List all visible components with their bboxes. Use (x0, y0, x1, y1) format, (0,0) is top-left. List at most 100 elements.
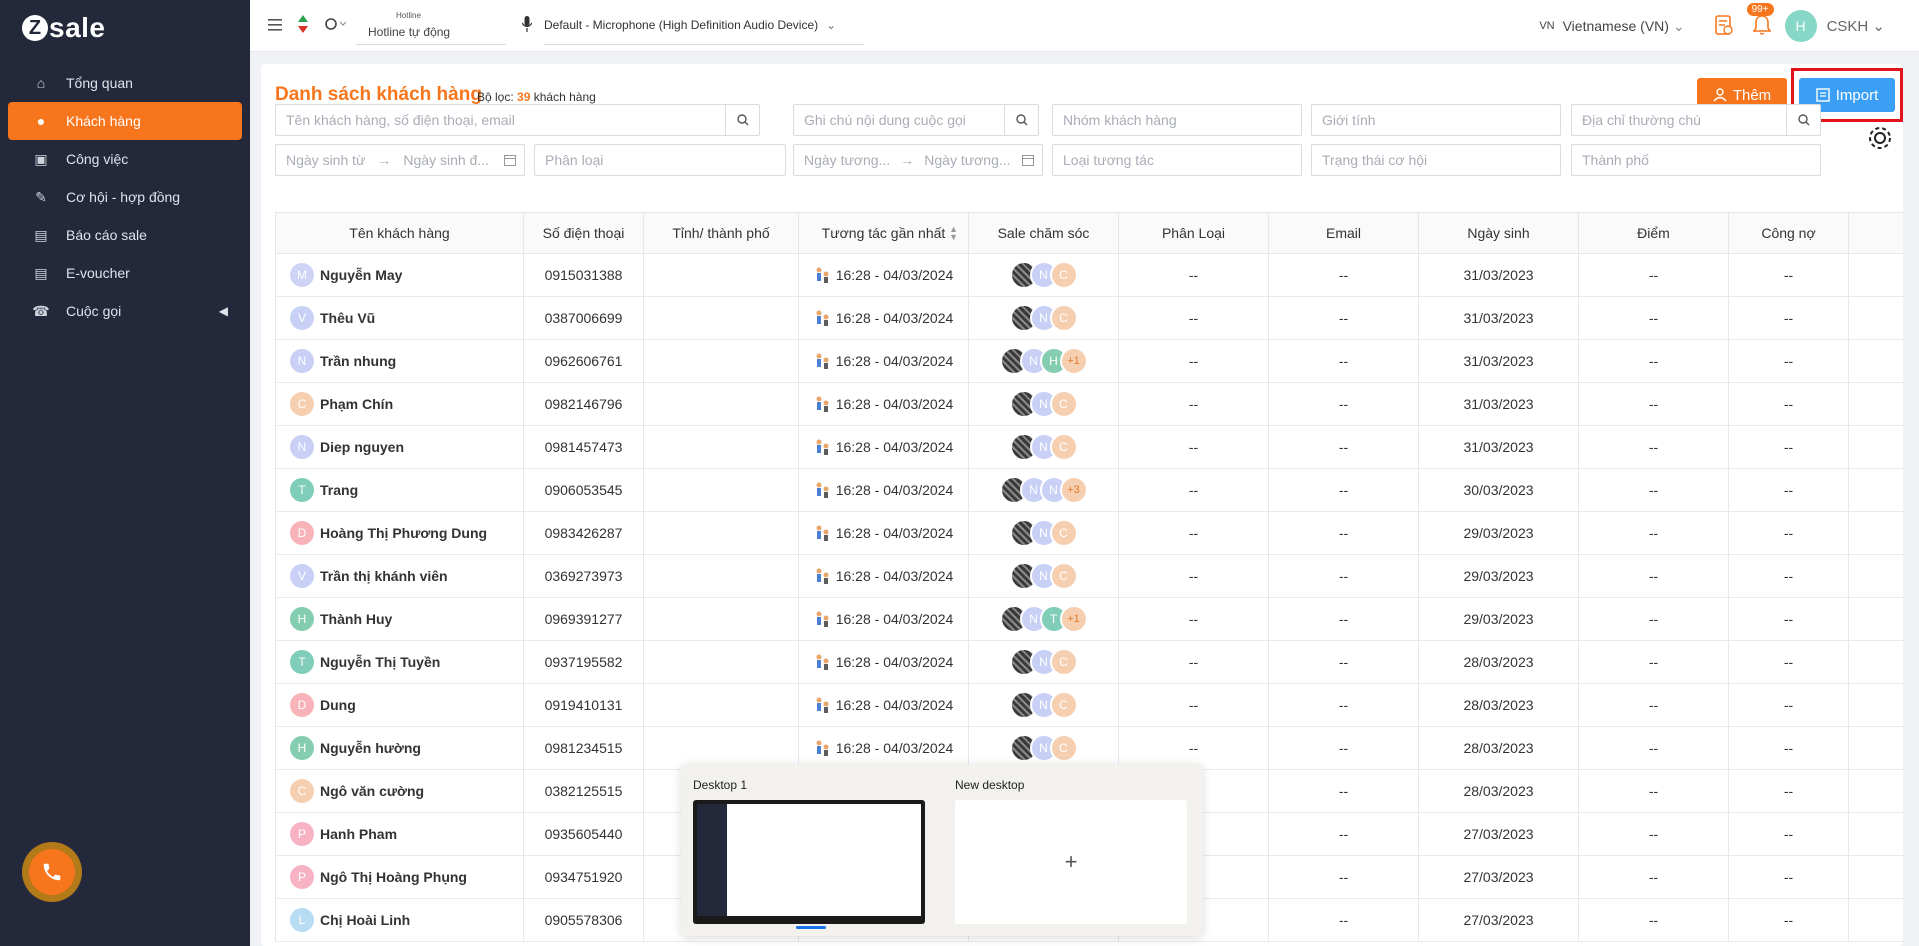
points-cell: -- (1579, 340, 1729, 382)
headset-icon[interactable] (324, 17, 347, 34)
call-button[interactable] (22, 842, 82, 902)
customer-name-cell[interactable]: D Hoàng Thị Phương Dung (276, 512, 524, 554)
document-check-icon[interactable] (1714, 14, 1733, 38)
interaction-date-range-picker[interactable]: Ngày tương... → Ngày tương... (793, 144, 1043, 176)
search-placeholder: Tên khách hàng, số điện thoại, email (286, 112, 515, 128)
table-row[interactable]: T Trang 0906053545 16:28 - 04/03/2024 N N +3 --… (275, 469, 1903, 512)
email-cell: -- (1269, 512, 1419, 554)
table-row[interactable]: D Dung 0919410131 16:28 - 04/03/2024 N C -- -- 2… (275, 684, 1903, 727)
customer-name-cell[interactable]: N Trần nhung (276, 340, 524, 382)
sidebar-item-6[interactable]: ☎ Cuộc gọi ◀ (8, 292, 242, 330)
customer-name-cell[interactable]: T Nguyễn Thị Tuyền (276, 641, 524, 683)
search-icon[interactable] (1004, 105, 1038, 135)
phone-cell: 0919410131 (524, 684, 644, 726)
customer-name-cell[interactable]: D Dung (276, 684, 524, 726)
phone-cell: 0387006699 (524, 297, 644, 339)
sale-avatar: C (1049, 304, 1078, 332)
customer-group-select[interactable]: Nhóm khách hàng (1052, 104, 1302, 136)
city-select[interactable]: Thành phố (1571, 144, 1821, 176)
customer-name: Dung (320, 697, 356, 713)
column-header: Tên khách hàng (276, 213, 524, 253)
classify-select[interactable]: Phân loại (534, 144, 786, 176)
table-row[interactable]: V Thêu Vũ 0387006699 16:28 - 04/03/2024 N C --… (275, 297, 1903, 340)
sale-more-count[interactable]: +3 (1059, 476, 1088, 504)
customer-name: Phạm Chín (320, 396, 394, 412)
logo[interactable]: Z sale (0, 0, 250, 56)
microphone-select[interactable]: Default - Microphone (High Definition Au… (544, 7, 864, 45)
avatar[interactable]: H (1784, 10, 1817, 42)
address-search-input[interactable]: Địa chỉ thường chú (1571, 104, 1821, 136)
hotline-select[interactable]: Hotline Hotline tự động (356, 7, 506, 45)
sale-more-count[interactable]: +1 (1059, 347, 1088, 375)
call-note-placeholder: Ghi chú nội dung cuộc gọi (804, 112, 966, 128)
user-menu[interactable]: CSKH ⌄ (1827, 17, 1885, 35)
table-row[interactable]: H Thành Huy 0969391277 16:28 - 04/03/2024 N T… (275, 598, 1903, 641)
customer-name-cell[interactable]: N Diep nguyen (276, 426, 524, 468)
language-select[interactable]: Vietnamese (VN) ⌄ (1563, 18, 1685, 35)
customer-name-cell[interactable]: M Nguyễn May (276, 254, 524, 296)
sidebar-item-0[interactable]: ⌂ Tổng quan (8, 64, 242, 102)
sidebar-item-3[interactable]: ✎ Cơ hội - hợp đồng (8, 178, 242, 216)
customer-name-cell[interactable]: P Ngô Thị Hoàng Phụng (276, 856, 524, 898)
briefcase-icon: ▣ (34, 151, 48, 167)
sort-icon[interactable]: ▲ ▼ (949, 225, 958, 242)
table-row[interactable]: N Trần nhung 0962606761 16:28 - 04/03/2024 N… (275, 340, 1903, 383)
settings-gear-icon[interactable] (1866, 124, 1894, 155)
customer-initial-avatar: C (290, 392, 314, 416)
sidebar-item-1[interactable]: ● Khách hàng (8, 102, 242, 140)
dob-range-picker[interactable]: Ngày sinh từ → Ngày sinh đ... (275, 144, 525, 176)
customer-name-cell[interactable]: H Thành Huy (276, 598, 524, 640)
interaction-type-select[interactable]: Loại tương tác (1052, 144, 1302, 176)
table-row[interactable]: C Phạm Chín 0982146796 16:28 - 04/03/2024 N C… (275, 383, 1903, 426)
customer-name: Nguyễn May (320, 267, 403, 283)
search-icon[interactable] (725, 105, 759, 135)
city-cell (644, 254, 799, 296)
search-input[interactable]: Tên khách hàng, số điện thoại, email (275, 104, 760, 136)
sale-avatar: C (1049, 519, 1078, 547)
customer-name-cell[interactable]: T Trang (276, 469, 524, 511)
city-cell (644, 297, 799, 339)
column-header: Tỉnh/ thành phố (644, 213, 799, 253)
call-note-search-input[interactable]: Ghi chú nội dung cuộc gọi (793, 104, 1039, 136)
notifications[interactable]: 99+ (1746, 2, 1774, 38)
opportunity-status-select[interactable]: Trạng thái cơ hội (1311, 144, 1561, 176)
sidebar-item-2[interactable]: ▣ Công việc (8, 140, 242, 178)
city-cell (644, 727, 799, 769)
interaction-people-icon (814, 352, 832, 370)
table-row[interactable]: D Hoàng Thị Phương Dung 0983426287 16:28 - … (275, 512, 1903, 555)
city-cell (644, 512, 799, 554)
customer-name-cell[interactable]: V Thêu Vũ (276, 297, 524, 339)
table-row[interactable]: M Nguyễn May 0915031388 16:28 - 04/03/2024 N… (275, 254, 1903, 297)
search-icon[interactable] (1786, 105, 1820, 135)
sale-more-count[interactable]: +1 (1059, 605, 1088, 633)
up-down-arrows-icon[interactable] (298, 15, 310, 36)
customer-name-cell[interactable]: H Nguyễn hường (276, 727, 524, 769)
column-header[interactable]: Tương tác gần nhất ▲ ▼ (799, 213, 969, 253)
customer-name: Thêu Vũ (320, 310, 376, 326)
email-cell: -- (1269, 254, 1419, 296)
desktop-1-thumbnail[interactable] (693, 800, 925, 924)
customer-name-cell[interactable]: C Phạm Chín (276, 383, 524, 425)
call-button-inner (29, 849, 75, 895)
customer-name-cell[interactable]: L Chị Hoài Linh (276, 899, 524, 941)
sidebar-item-4[interactable]: ▤ Báo cáo sale (8, 216, 242, 254)
customer-initial-avatar: C (290, 779, 314, 803)
sidebar-item-label: Tổng quan (66, 75, 133, 91)
gender-select[interactable]: Giới tính (1311, 104, 1561, 136)
customer-name-cell[interactable]: V Trần thị khánh viên (276, 555, 524, 597)
customer-name: Hoàng Thị Phương Dung (320, 525, 488, 541)
table-row[interactable]: T Nguyễn Thị Tuyền 0937195582 16:28 - 04/03… (275, 641, 1903, 684)
customer-name-cell[interactable]: C Ngô văn cường (276, 770, 524, 812)
table-row[interactable]: V Trần thị khánh viên 0369273973 16:28 - 04… (275, 555, 1903, 598)
table-row[interactable]: N Diep nguyen 0981457473 16:28 - 04/03/2024… (275, 426, 1903, 469)
phone-icon (43, 863, 61, 881)
sidebar-item-5[interactable]: ▤ E-voucher (8, 254, 242, 292)
phone-cell: 0937195582 (524, 641, 644, 683)
range-arrow-icon: → (377, 152, 392, 168)
city-cell (644, 684, 799, 726)
new-desktop-button[interactable]: + (955, 800, 1187, 924)
menu-icon[interactable] (268, 18, 284, 34)
customer-name-cell[interactable]: P Hanh Pham (276, 813, 524, 855)
debt-cell: -- (1729, 770, 1849, 812)
phone-cell: 0969391277 (524, 598, 644, 640)
